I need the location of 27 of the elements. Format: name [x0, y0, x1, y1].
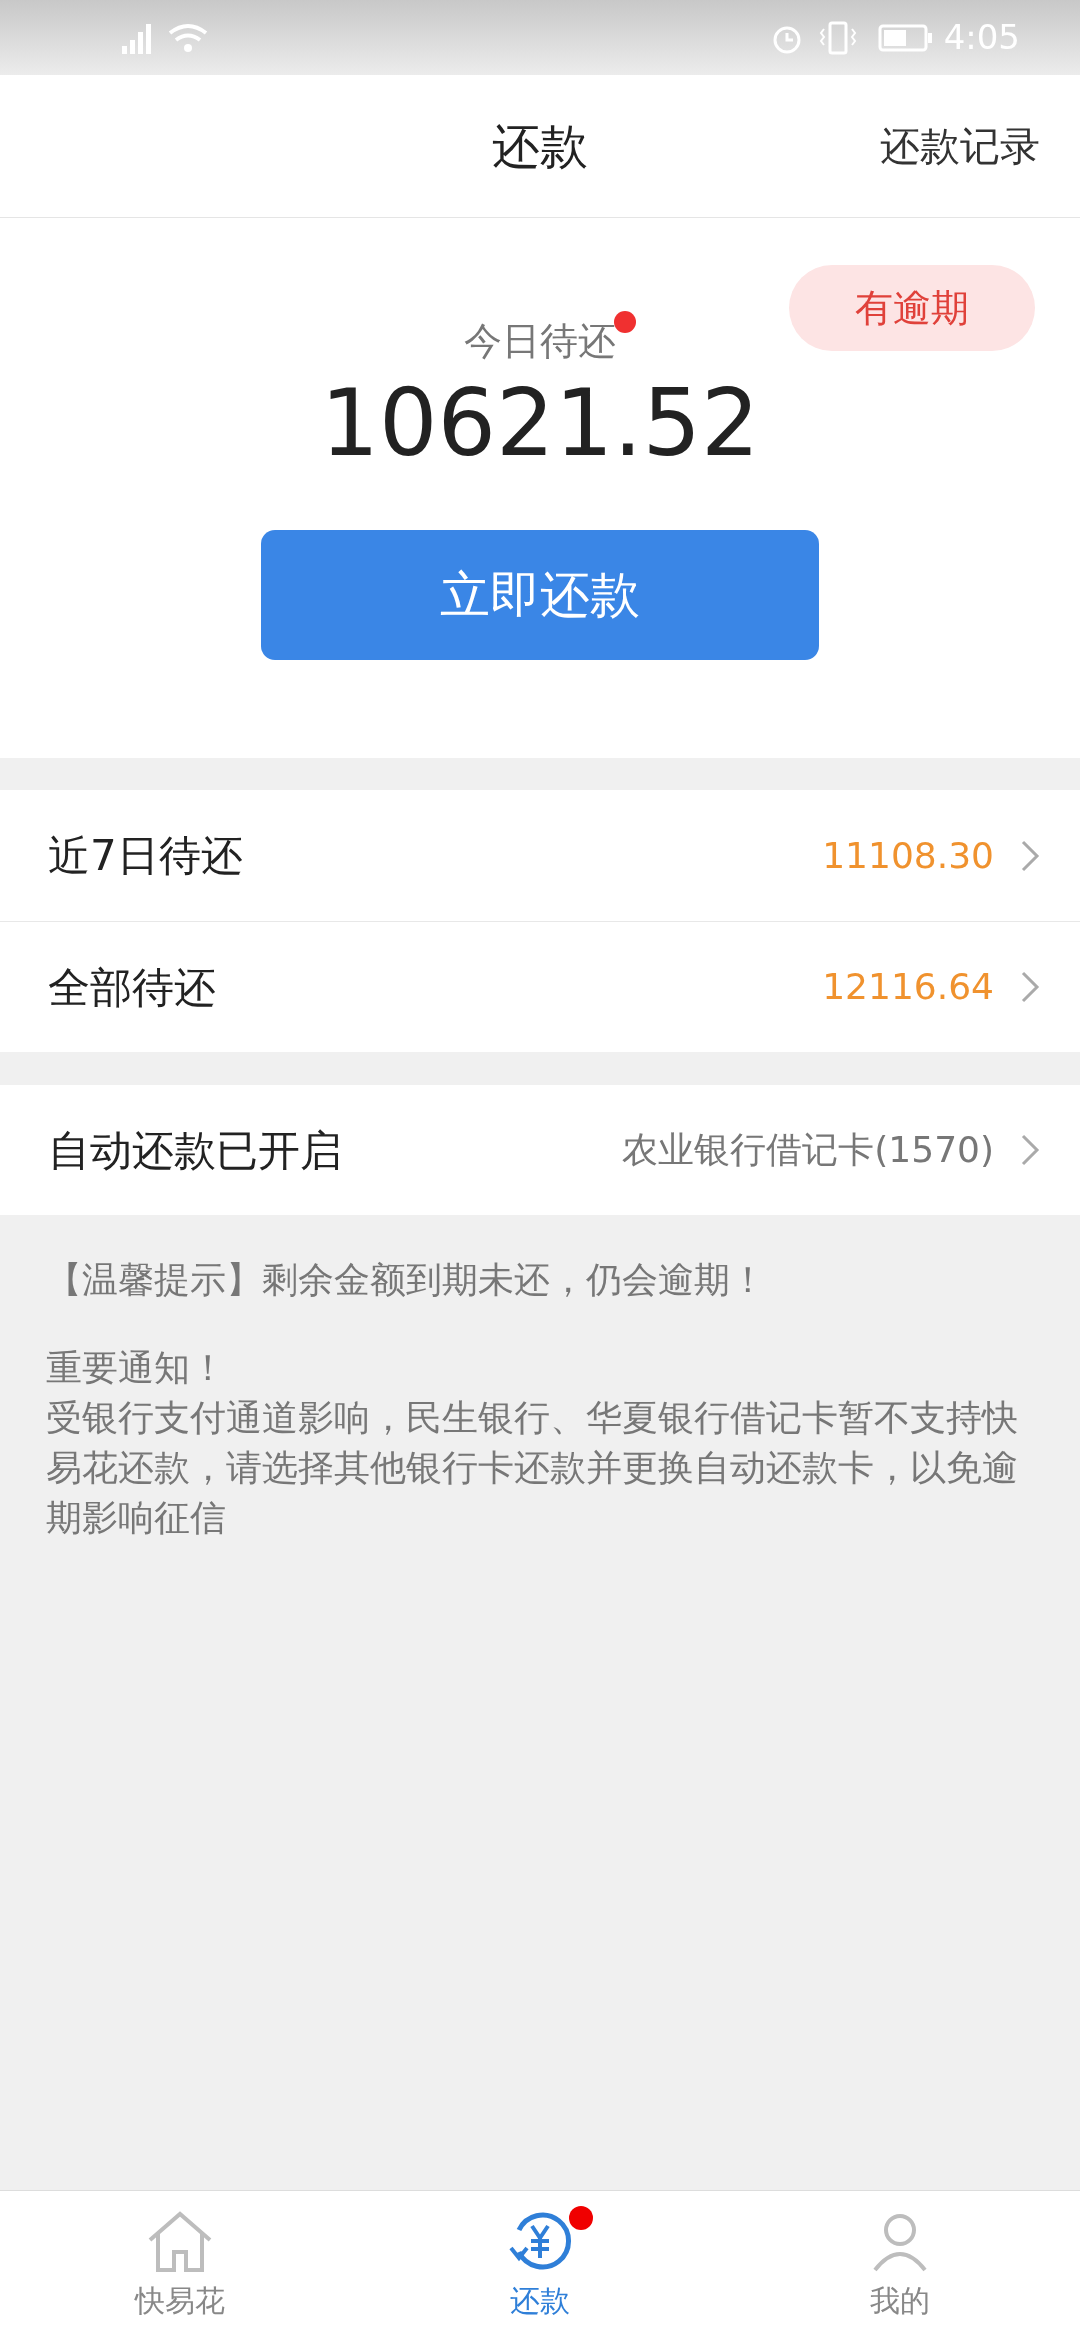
- nav-tab[interactable]: 快易花: [0, 2191, 360, 2340]
- repayment-history-link[interactable]: 还款记录: [880, 116, 1040, 176]
- due-amount: 10621.52: [320, 378, 760, 470]
- repay-now-button[interactable]: 立即还款: [261, 530, 819, 660]
- due-row[interactable]: 近7日待还 11108.30: [0, 790, 1080, 921]
- chevron-icon: [1020, 838, 1040, 873]
- auto-repay-label: 自动还款已开启: [48, 1124, 343, 1177]
- due-row-amount: 12116.64: [822, 965, 994, 1009]
- nav-tab[interactable]: 我的: [720, 2191, 1080, 2340]
- due-row[interactable]: 全部待还 12116.64: [0, 921, 1080, 1052]
- chevron-icon: [1020, 1133, 1040, 1167]
- due-row-amount: 11108.30: [822, 833, 994, 878]
- wifi-icon: [168, 22, 208, 53]
- due-row-label: 全部待还: [48, 961, 217, 1014]
- nav-tab[interactable]: 还款: [360, 2191, 720, 2340]
- due-today-label: 今日待还: [464, 319, 616, 363]
- auto-repay-row[interactable]: 自动还款已开启 农业银行借记卡(1570): [0, 1085, 1080, 1215]
- overdue-badge: 有逾期: [789, 265, 1035, 351]
- page-title: 还款: [492, 117, 588, 176]
- vibrate-icon: [817, 20, 858, 55]
- battery-icon: [877, 23, 934, 52]
- bank-card-value: 农业银行借记卡(1570): [622, 1128, 994, 1172]
- reminder-text: 【温馨提示】剩余金额到期未还，仍会逾期！: [46, 1258, 767, 1302]
- notice-title: 重要通知！: [46, 1346, 227, 1390]
- chevron-icon: [1020, 970, 1040, 1004]
- notice-text: 受银行支付通道影响，民生银行、华夏银行借记卡暂不支持快易花还款，请选择其他银行卡还款并更换自动还款卡，以免逾期影响征信: [46, 1396, 1019, 1540]
- due-row-label: 近7日待还: [48, 830, 244, 882]
